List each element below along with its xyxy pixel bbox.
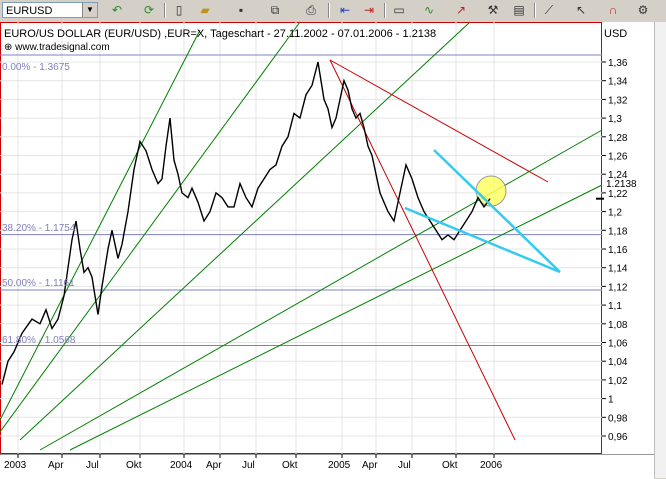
settings-icon[interactable]: ⚙ xyxy=(634,2,652,19)
refresh-icon[interactable]: ⟳ xyxy=(140,2,158,19)
chart-left-icon[interactable]: ⇤ xyxy=(336,2,354,19)
magnet-icon[interactable]: ∩ xyxy=(604,2,622,19)
date-axis xyxy=(0,454,654,479)
toolbar-separator xyxy=(328,3,330,18)
symbol-value: EURUSD xyxy=(6,5,53,17)
pointer-icon[interactable]: ↖ xyxy=(572,2,590,19)
copy-icon[interactable]: ⧉ xyxy=(266,2,284,19)
toolbar-separator xyxy=(384,3,386,18)
source-text: www.tradesignal.com xyxy=(15,42,110,53)
vertical-scrollbar[interactable] xyxy=(654,22,666,478)
undo-icon[interactable]: ↶ xyxy=(108,2,126,19)
fib-label-618: 61.80% - 1.0568 xyxy=(2,335,76,346)
toolbar-separator xyxy=(534,3,536,18)
symbol-dropdown[interactable]: EURUSD ▼ xyxy=(2,2,98,18)
new-icon[interactable]: ▯ xyxy=(170,2,188,19)
toolbar: EURUSD ▼ ↶ ⟳ ▯ ▰ ▪ ⧉ ⎙ ⇤ ⇥ ▭ ∿ ↗ ⚒ ▤ ⟋ ↖… xyxy=(0,0,666,23)
toolbar-separator xyxy=(164,3,166,18)
save-icon[interactable]: ▪ xyxy=(232,2,250,19)
drawing-icon[interactable]: ↗ xyxy=(452,2,470,19)
fib-label-0: 0.00% - 1.3675 xyxy=(2,62,70,73)
print-icon[interactable]: ⎙ xyxy=(302,2,320,19)
price-axis xyxy=(602,22,654,454)
fib-label-50: 50.00% - 1.1161 xyxy=(2,278,75,289)
properties-icon[interactable]: ▤ xyxy=(510,2,528,19)
crosshair-icon[interactable]: ⟋ xyxy=(540,2,558,19)
chart-right-icon[interactable]: ⇥ xyxy=(360,2,378,19)
chart-area[interactable] xyxy=(0,22,602,454)
chevron-down-icon[interactable]: ▼ xyxy=(82,3,97,17)
open-icon[interactable]: ▰ xyxy=(196,2,214,19)
source-label: ⊕ www.tradesignal.com xyxy=(4,42,110,53)
indicator-icon[interactable]: ∿ xyxy=(420,2,438,19)
currency-label: USD xyxy=(604,28,628,40)
chart-title: EURO/US DOLLAR (EUR/USD) ,EUR=X, Tagesch… xyxy=(4,28,437,40)
fib-label-382: 38.20% - 1.1754 xyxy=(2,223,76,234)
chart-window-icon[interactable]: ▭ xyxy=(390,2,408,19)
current-price-label: 1.2138 xyxy=(606,179,637,190)
tools-icon[interactable]: ⚒ xyxy=(484,2,502,19)
